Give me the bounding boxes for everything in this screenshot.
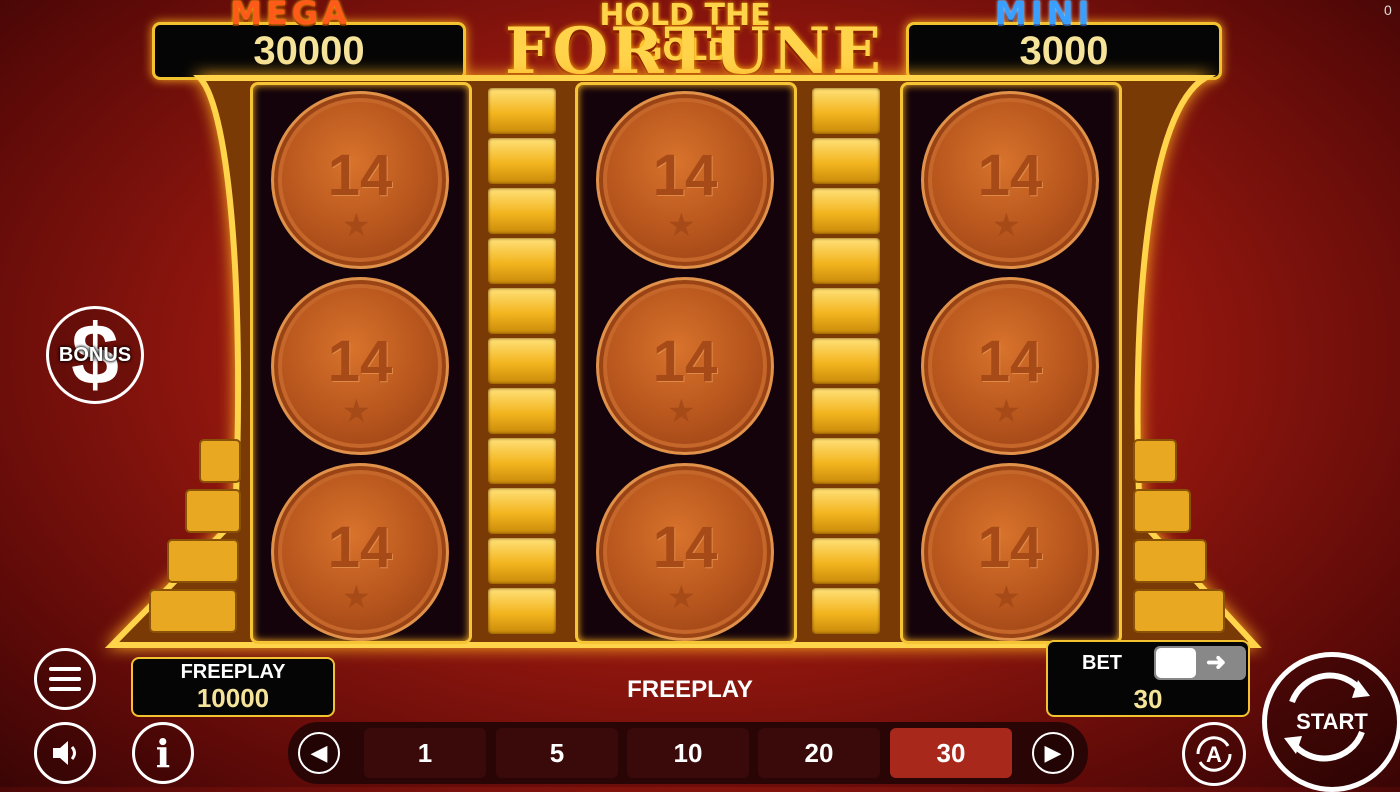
status-text: FREEPLAY — [627, 676, 753, 703]
coin-symbol: 14 ★ — [596, 277, 774, 455]
coin-symbol: 14 ★ — [596, 91, 774, 269]
reel-2: 14 ★ 14 ★ 14 ★ — [575, 82, 797, 644]
bet-panel: BET ➜ 30 — [1046, 640, 1250, 717]
bonus-button[interactable]: $ BONUS — [46, 306, 144, 404]
sound-button[interactable] — [34, 722, 96, 784]
coin-symbol: 14 ★ — [596, 463, 774, 641]
autoplay-button[interactable]: A — [1182, 722, 1246, 786]
svg-text:A: A — [1206, 742, 1222, 767]
bet-next-button[interactable]: ▶ — [1032, 732, 1074, 774]
coin-symbol: 14 ★ — [271, 463, 449, 641]
balance-value: 10000 — [196, 683, 270, 713]
coin-symbol: 14 ★ — [271, 277, 449, 455]
bet-value: 30 — [1133, 684, 1163, 714]
arrow-right-icon: ➜ — [1206, 649, 1227, 676]
reel-divider-right — [806, 82, 886, 638]
coin-symbol: 14 ★ — [921, 91, 1099, 269]
menu-button[interactable] — [34, 648, 96, 710]
autoplay-icon: A — [1196, 736, 1232, 772]
menu-icon — [49, 667, 81, 691]
reel-3: 14 ★ 14 ★ 14 ★ — [900, 82, 1122, 644]
reel-1: 14 ★ 14 ★ 14 ★ — [250, 82, 472, 644]
bet-option[interactable]: 20 — [758, 728, 880, 778]
coin-symbol: 14 ★ — [271, 91, 449, 269]
bet-option-selected[interactable]: 30 — [890, 728, 1012, 778]
coin-symbol: 14 ★ — [921, 277, 1099, 455]
coin-symbol: 14 ★ — [921, 463, 1099, 641]
info-icon: i — [155, 730, 171, 776]
bet-label: BET — [1082, 652, 1122, 674]
reel-divider-left — [482, 82, 562, 638]
start-button[interactable]: START — [1262, 652, 1400, 792]
bet-option[interactable]: 5 — [496, 728, 618, 778]
speaker-icon — [53, 741, 76, 765]
bet-toggle[interactable]: ➜ — [1154, 646, 1246, 680]
bonus-label: BONUS — [58, 343, 132, 366]
bet-prev-button[interactable]: ◀ — [298, 732, 340, 774]
toggle-knob — [1156, 648, 1196, 678]
balance-panel: FREEPLAY 10000 — [131, 657, 335, 717]
bet-option[interactable]: 1 — [364, 728, 486, 778]
balance-label: FREEPLAY — [180, 661, 286, 683]
arrow-left-icon: ◀ — [310, 740, 328, 765]
info-button[interactable]: i — [132, 722, 194, 784]
arrow-right-icon: ▶ — [1044, 740, 1062, 765]
start-label: START — [1296, 709, 1368, 734]
bet-option[interactable]: 10 — [627, 728, 749, 778]
